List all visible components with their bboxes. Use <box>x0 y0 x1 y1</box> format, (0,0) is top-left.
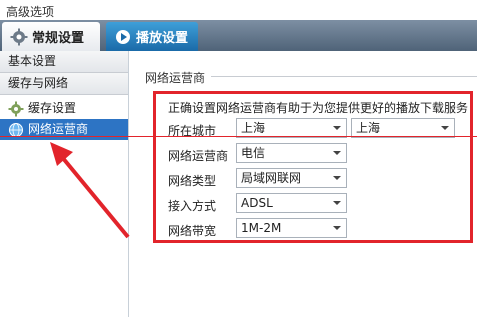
annotation-arrow <box>50 142 130 239</box>
